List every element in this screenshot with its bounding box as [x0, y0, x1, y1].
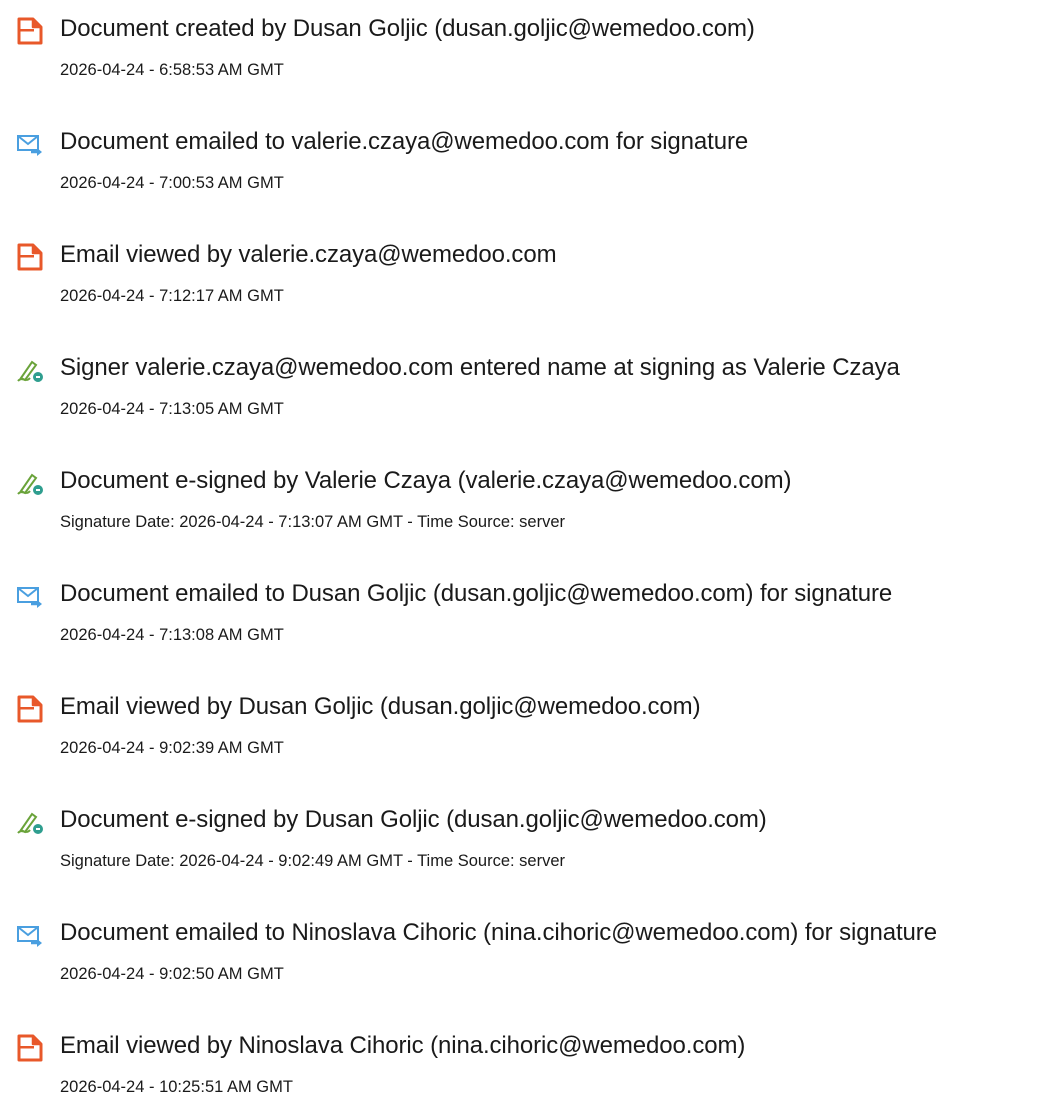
event-timestamp: 2026-04-24 - 10:25:51 AM GMT — [60, 1078, 293, 1096]
event-title: Email viewed by Ninoslava Cihoric (nina.… — [60, 1032, 746, 1059]
audit-event: Document e-signed by Dusan Goljic (dusan… — [0, 791, 1042, 881]
audit-event: Document created by Dusan Goljic (dusan.… — [0, 0, 1042, 90]
event-title: Document e-signed by Valerie Czaya (vale… — [60, 467, 792, 494]
document-icon — [16, 695, 44, 723]
event-title: Document emailed to valerie.czaya@wemedo… — [60, 128, 749, 155]
document-icon — [16, 243, 44, 271]
email-send-icon — [16, 582, 44, 610]
audit-event: Email viewed by valerie.czaya@wemedoo.co… — [0, 226, 1042, 316]
event-title: Email viewed by Dusan Goljic (dusan.golj… — [60, 693, 701, 720]
event-timestamp: Signature Date: 2026-04-24 - 7:13:07 AM … — [60, 513, 566, 531]
event-timestamp: 2026-04-24 - 7:12:17 AM GMT — [60, 287, 284, 305]
event-timestamp: 2026-04-24 - 6:58:53 AM GMT — [60, 61, 284, 79]
email-send-icon — [16, 921, 44, 949]
audit-event: Email viewed by Ninoslava Cihoric (nina.… — [0, 1017, 1042, 1107]
audit-event: Document emailed to Dusan Goljic (dusan.… — [0, 565, 1042, 655]
document-icon — [16, 17, 44, 45]
audit-event: Document emailed to Ninoslava Cihoric (n… — [0, 904, 1042, 994]
event-timestamp: 2026-04-24 - 7:13:08 AM GMT — [60, 626, 284, 644]
audit-event: Email viewed by Dusan Goljic (dusan.golj… — [0, 678, 1042, 768]
signature-pen-icon — [16, 808, 44, 836]
audit-event: Document emailed to valerie.czaya@wemedo… — [0, 113, 1042, 203]
event-timestamp: Signature Date: 2026-04-24 - 9:02:49 AM … — [60, 852, 566, 870]
event-title: Document created by Dusan Goljic (dusan.… — [60, 15, 755, 42]
email-send-icon — [16, 130, 44, 158]
audit-event: Document e-signed by Valerie Czaya (vale… — [0, 452, 1042, 542]
event-title: Email viewed by valerie.czaya@wemedoo.co… — [60, 241, 557, 268]
event-timestamp: 2026-04-24 - 9:02:50 AM GMT — [60, 965, 284, 983]
event-timestamp: 2026-04-24 - 9:02:39 AM GMT — [60, 739, 284, 757]
audit-event: Signer valerie.czaya@wemedoo.com entered… — [0, 339, 1042, 429]
event-title: Signer valerie.czaya@wemedoo.com entered… — [60, 354, 900, 381]
event-timestamp: 2026-04-24 - 7:13:05 AM GMT — [60, 400, 284, 418]
event-title: Document e-signed by Dusan Goljic (dusan… — [60, 806, 767, 833]
event-title: Document emailed to Ninoslava Cihoric (n… — [60, 919, 937, 946]
signature-pen-icon — [16, 356, 44, 384]
document-icon — [16, 1034, 44, 1062]
signature-pen-icon — [16, 469, 44, 497]
event-title: Document emailed to Dusan Goljic (dusan.… — [60, 580, 893, 607]
event-timestamp: 2026-04-24 - 7:00:53 AM GMT — [60, 174, 284, 192]
